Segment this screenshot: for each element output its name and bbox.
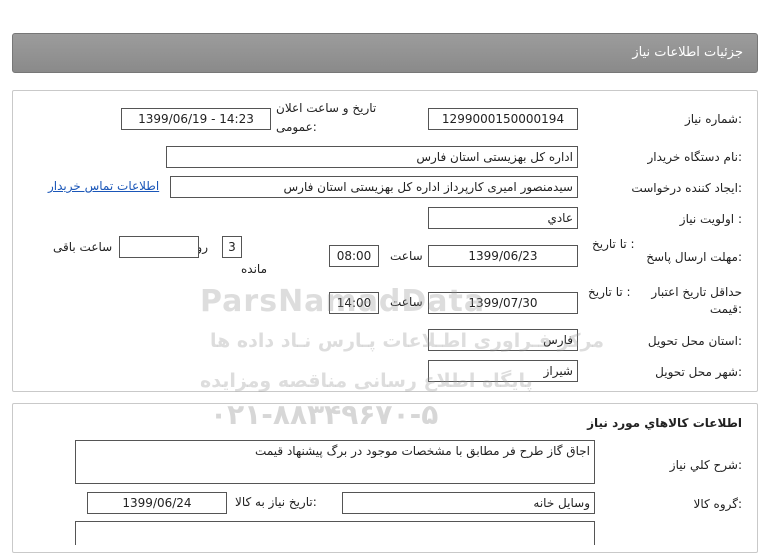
buyer-contact-link[interactable]: اطلاعات تماس خریدار	[48, 179, 159, 193]
page-header: جزئیات اطلاعات نیاز	[12, 33, 758, 73]
need-number-label: شماره نیاز:	[684, 112, 742, 126]
buyer-label: نام دستگاه خریدار:	[647, 150, 743, 164]
goods-group-field: وسايل خانه	[342, 492, 595, 514]
deadline-to-label: تا تاریخ :	[592, 237, 635, 251]
watermark-line2: پایگاه اطلاع رسانی مناقصه ومزایده	[200, 370, 533, 392]
goods-need-date-label: تاریخ نیاز به کالا:	[235, 495, 317, 509]
validity-to-label: تا تاریخ :	[588, 285, 631, 299]
goods-detail-box	[75, 521, 595, 545]
deadline-time-field: 08:00	[329, 245, 379, 267]
priority-label: اولویت نیاز :	[679, 212, 742, 226]
announce-date-label-2: عمومی:	[276, 120, 317, 134]
watermark-brand: ParsNamadData	[200, 284, 486, 319]
validity-label-2: قیمت:	[709, 302, 742, 316]
remaining-days-field: 3	[222, 236, 242, 258]
deadline-date-field: 1399/06/23	[428, 245, 578, 267]
announce-date-label-1: تاریخ و ساعت اعلان	[276, 101, 377, 115]
goods-need-date-field: 1399/06/24	[87, 492, 227, 514]
goods-desc-field: اجاق گاز طرح فر مطابق با مشخصات موجود در…	[75, 440, 595, 484]
deadline-label: مهلت ارسال پاسخ:	[646, 250, 742, 264]
goods-desc-label: شرح کلي نياز:	[669, 458, 742, 472]
goods-group-label: گروه کالا:	[693, 497, 743, 511]
deadline-time-label: ساعت	[390, 249, 423, 263]
watermark-phone: ۰۲۱-۸۸۳۴۹۶۷۰-۵	[210, 398, 439, 431]
city-label: شهر محل تحویل:	[655, 365, 742, 379]
need-number-field: 1299000150000194	[428, 108, 578, 130]
province-label: استان محل تحویل:	[647, 334, 742, 348]
announce-date-field: 1399/06/19 - 14:23	[121, 108, 271, 130]
goods-section-title: اطلاعات کالاهاي مورد نياز	[587, 416, 742, 430]
creator-field: سیدمنصور امیری کارپرداز اداره کل بهزیستی…	[170, 176, 578, 198]
priority-field: عادي	[428, 207, 578, 229]
page-title: جزئیات اطلاعات نیاز	[632, 45, 743, 60]
remaining-suffix-label: مانده	[241, 262, 268, 276]
remaining-hours-field	[119, 236, 199, 258]
creator-label: ایجاد کننده درخواست:	[631, 181, 742, 195]
buyer-field: اداره کل بهزیستی استان فارس	[166, 146, 578, 168]
remaining-hours-label: ساعت باقی	[53, 240, 113, 254]
validity-label-1: حداقل تاریخ اعتبار	[651, 285, 742, 299]
watermark-line1: مرکز فـراوری اطـلاعات پـارس نـاد داده ها	[210, 330, 605, 352]
